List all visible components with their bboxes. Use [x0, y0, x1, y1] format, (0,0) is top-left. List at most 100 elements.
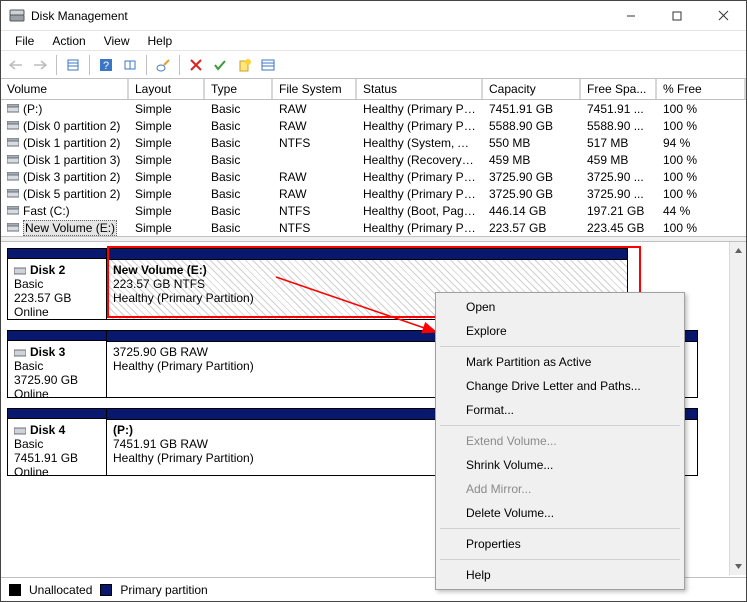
- check-button[interactable]: [209, 54, 231, 76]
- menu-help[interactable]: Help: [140, 32, 181, 50]
- volume-layout: Simple: [129, 136, 205, 150]
- scrollbar-vertical[interactable]: [729, 242, 746, 575]
- menu-item[interactable]: Explore: [438, 319, 682, 343]
- legend-swatch-unallocated: [9, 584, 21, 596]
- volume-type: Basic: [205, 221, 273, 235]
- scroll-up-icon[interactable]: [730, 242, 746, 259]
- settings-button[interactable]: [62, 54, 84, 76]
- volume-free: 197.21 GB: [581, 204, 657, 218]
- volume-type: Basic: [205, 136, 273, 150]
- volume-filesystem: RAW: [273, 119, 357, 133]
- volume-status: Healthy (Primary Par...: [357, 102, 483, 116]
- col-filesystem[interactable]: File System: [273, 79, 357, 99]
- disk-info[interactable]: Disk 3Basic3725.90 GBOnline: [7, 330, 107, 398]
- drive-icon: [7, 172, 19, 181]
- window-title: Disk Management: [31, 9, 608, 23]
- toolbar: ?: [1, 51, 746, 79]
- volume-row[interactable]: (Disk 1 partition 2)SimpleBasicNTFSHealt…: [1, 134, 746, 151]
- col-type[interactable]: Type: [205, 79, 273, 99]
- volume-name: (Disk 1 partition 3): [23, 153, 120, 167]
- menu-item: Extend Volume...: [438, 429, 682, 453]
- maximize-button[interactable]: [654, 1, 700, 31]
- menu-item[interactable]: Help: [438, 563, 682, 587]
- volume-name: (Disk 3 partition 2): [23, 170, 120, 184]
- disk-state: Online: [14, 305, 49, 319]
- menu-file[interactable]: File: [7, 32, 42, 50]
- col-layout[interactable]: Layout: [129, 79, 205, 99]
- minimize-button[interactable]: [608, 1, 654, 31]
- drive-icon: [7, 104, 19, 113]
- menu-item[interactable]: Delete Volume...: [438, 501, 682, 525]
- volume-row[interactable]: Fast (C:)SimpleBasicNTFSHealthy (Boot, P…: [1, 202, 746, 219]
- back-button[interactable]: [5, 54, 27, 76]
- disk-info[interactable]: Disk 4Basic7451.91 GBOnline: [7, 408, 107, 476]
- menu-item[interactable]: Change Drive Letter and Paths...: [438, 374, 682, 398]
- disk-icon: [14, 348, 26, 357]
- volume-list-header: Volume Layout Type File System Status Ca…: [1, 79, 746, 100]
- properties-button[interactable]: [152, 54, 174, 76]
- forward-button[interactable]: [29, 54, 51, 76]
- volume-row[interactable]: (P:)SimpleBasicRAWHealthy (Primary Par..…: [1, 100, 746, 117]
- volume-percent: 100 %: [657, 153, 725, 167]
- volume-name: New Volume (E:): [23, 220, 117, 236]
- volume-row[interactable]: (Disk 0 partition 2)SimpleBasicRAWHealth…: [1, 117, 746, 134]
- volume-percent: 100 %: [657, 170, 725, 184]
- menu-separator: [440, 559, 680, 560]
- col-volume[interactable]: Volume: [1, 79, 129, 99]
- menu-view[interactable]: View: [96, 32, 138, 50]
- menu-separator: [440, 346, 680, 347]
- refresh-button[interactable]: [119, 54, 141, 76]
- disk-kind: Basic: [14, 437, 43, 451]
- close-button[interactable]: [700, 1, 746, 31]
- volume-type: Basic: [205, 102, 273, 116]
- volume-row[interactable]: (Disk 1 partition 3)SimpleBasicHealthy (…: [1, 151, 746, 168]
- disk-state: Online: [14, 465, 49, 479]
- volume-name: (P:): [23, 102, 42, 116]
- volume-row[interactable]: (Disk 5 partition 2)SimpleBasicRAWHealth…: [1, 185, 746, 202]
- disk-info[interactable]: Disk 2Basic223.57 GBOnline: [7, 248, 107, 320]
- volume-status: Healthy (Recovery Par...: [357, 153, 483, 167]
- volume-capacity: 3725.90 GB: [483, 170, 581, 184]
- col-capacity[interactable]: Capacity: [483, 79, 581, 99]
- volume-layout: Simple: [129, 221, 205, 235]
- volume-layout: Simple: [129, 119, 205, 133]
- volume-type: Basic: [205, 153, 273, 167]
- volume-name: Fast (C:): [23, 204, 70, 218]
- disk-kind: Basic: [14, 359, 43, 373]
- legend-unallocated: Unallocated: [29, 583, 92, 597]
- new-button[interactable]: [233, 54, 255, 76]
- menu-item[interactable]: Format...: [438, 398, 682, 422]
- delete-button[interactable]: [185, 54, 207, 76]
- volume-filesystem: NTFS: [273, 221, 357, 235]
- volume-layout: Simple: [129, 187, 205, 201]
- disk-label: Disk 2: [30, 263, 65, 277]
- menu-action[interactable]: Action: [44, 32, 93, 50]
- menu-item[interactable]: Mark Partition as Active: [438, 350, 682, 374]
- volume-layout: Simple: [129, 204, 205, 218]
- disk-label: Disk 3: [30, 345, 65, 359]
- volume-capacity: 223.57 GB: [483, 221, 581, 235]
- volume-free: 3725.90 ...: [581, 187, 657, 201]
- volume-row[interactable]: (Disk 3 partition 2)SimpleBasicRAWHealth…: [1, 168, 746, 185]
- volume-free: 7451.91 ...: [581, 102, 657, 116]
- volume-free: 517 MB: [581, 136, 657, 150]
- list-view-button[interactable]: [257, 54, 279, 76]
- menu-item[interactable]: Shrink Volume...: [438, 453, 682, 477]
- volume-filesystem: NTFS: [273, 204, 357, 218]
- col-percent-free[interactable]: % Free: [657, 79, 746, 99]
- volume-filesystem: RAW: [273, 170, 357, 184]
- volume-capacity: 550 MB: [483, 136, 581, 150]
- partition-name: New Volume (E:): [113, 263, 621, 277]
- menu-item[interactable]: Open: [438, 295, 682, 319]
- drive-icon: [7, 189, 19, 198]
- col-status[interactable]: Status: [357, 79, 483, 99]
- disk-kind: Basic: [14, 277, 43, 291]
- help-button[interactable]: ?: [95, 54, 117, 76]
- col-free-space[interactable]: Free Spa...: [581, 79, 657, 99]
- volume-row[interactable]: New Volume (E:)SimpleBasicNTFSHealthy (P…: [1, 219, 746, 236]
- menu-item[interactable]: Properties: [438, 532, 682, 556]
- scroll-down-icon[interactable]: [730, 558, 746, 575]
- volume-layout: Simple: [129, 170, 205, 184]
- volume-filesystem: NTFS: [273, 136, 357, 150]
- volume-capacity: 3725.90 GB: [483, 187, 581, 201]
